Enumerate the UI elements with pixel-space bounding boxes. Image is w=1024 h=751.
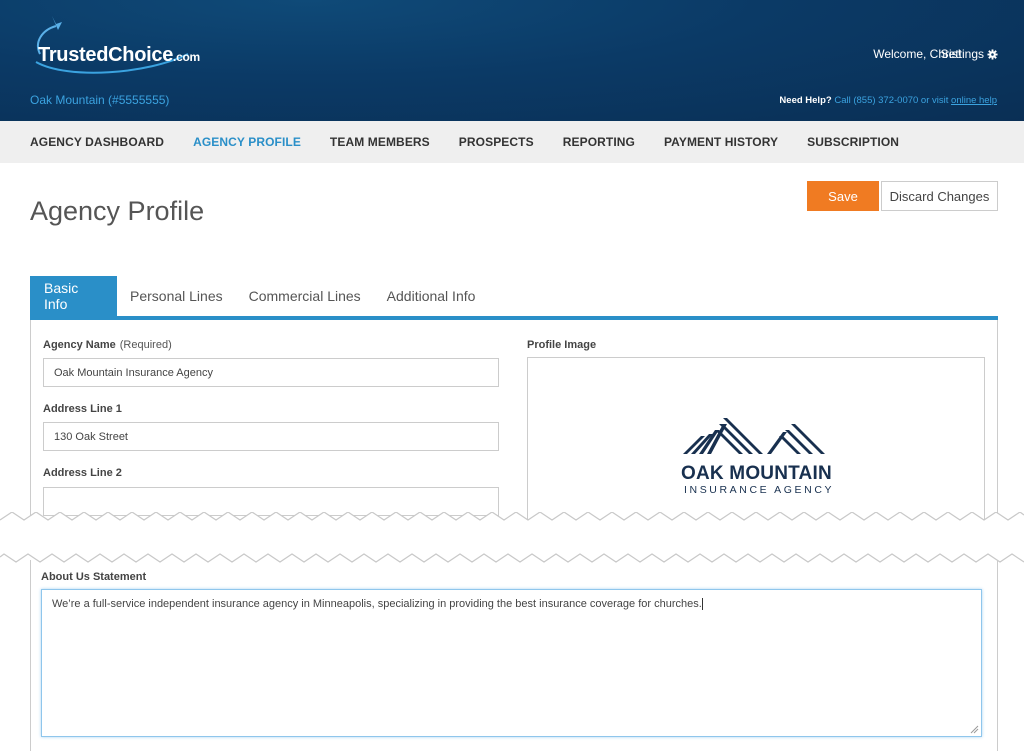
resize-grip-icon[interactable] <box>970 725 979 734</box>
about-us-textarea[interactable]: We’re a full-service independent insuran… <box>41 589 982 737</box>
about-us-text: We’re a full-service independent insuran… <box>52 598 702 610</box>
tab-additional-info[interactable]: Additional Info <box>374 276 489 316</box>
settings-label: Settings <box>940 47 984 61</box>
address-line-1-label: Address Line 1 <box>43 403 122 415</box>
site-header: TrustedChoice.com Welcome, Chris! Settin… <box>0 0 1024 121</box>
nav-agency-dashboard[interactable]: AGENCY DASHBOARD <box>30 135 164 149</box>
text-caret <box>701 598 703 611</box>
nav-team-members[interactable]: TEAM MEMBERS <box>330 135 430 149</box>
agency-name-label: Agency Name (Required) <box>43 339 172 351</box>
tab-personal-lines[interactable]: Personal Lines <box>117 276 236 316</box>
agency-id-link[interactable]: Oak Mountain (#5555555) <box>30 93 169 107</box>
panel-border-left <box>30 320 31 520</box>
online-help-link[interactable]: online help <box>951 95 997 106</box>
tab-underline <box>30 316 998 320</box>
profile-image-label: Profile Image <box>527 339 597 351</box>
help-label: Need Help? <box>779 95 832 106</box>
profile-tabs: Basic Info Personal Lines Commercial Lin… <box>30 276 488 316</box>
discard-changes-button[interactable]: Discard Changes <box>881 181 998 211</box>
address-line-2-label: Address Line 2 <box>43 467 122 479</box>
nav-payment-history[interactable]: PAYMENT HISTORY <box>664 135 778 149</box>
panel-border-right-lower <box>997 560 998 751</box>
nav-reporting[interactable]: REPORTING <box>563 135 635 149</box>
panel-border-left-lower <box>30 560 31 751</box>
agency-name-input[interactable]: Oak Mountain Insurance Agency <box>43 358 499 387</box>
panel-border-right <box>997 320 998 520</box>
oak-mountain-logo-title: OAK MOUNTAIN <box>681 463 832 484</box>
nav-agency-profile[interactable]: AGENCY PROFILE <box>193 135 301 149</box>
settings-menu[interactable]: Settings <box>941 47 998 61</box>
address-line-1-input[interactable]: 130 Oak Street <box>43 422 499 451</box>
torn-page-divider <box>0 512 1024 563</box>
tab-commercial-lines[interactable]: Commercial Lines <box>236 276 374 316</box>
gear-icon <box>987 48 998 60</box>
tab-basic-info[interactable]: Basic Info <box>30 276 117 316</box>
help-text: Call (855) 372-0070 or visit <box>834 95 949 106</box>
nav-subscription[interactable]: SUBSCRIPTION <box>807 135 899 149</box>
help-line: Need Help? Call (855) 372-0070 or visit … <box>779 95 997 106</box>
about-us-label: About Us Statement <box>41 571 147 583</box>
nav-prospects[interactable]: PROSPECTS <box>459 135 534 149</box>
save-button[interactable]: Save <box>807 181 879 211</box>
main-nav: AGENCY DASHBOARD AGENCY PROFILE TEAM MEM… <box>0 121 1024 163</box>
page-title: Agency Profile <box>30 196 205 226</box>
required-note: (Required) <box>119 339 172 351</box>
oak-mountain-logo-subtitle: INSURANCE AGENCY <box>684 484 835 496</box>
logo-text: TrustedChoice.com <box>38 44 200 66</box>
